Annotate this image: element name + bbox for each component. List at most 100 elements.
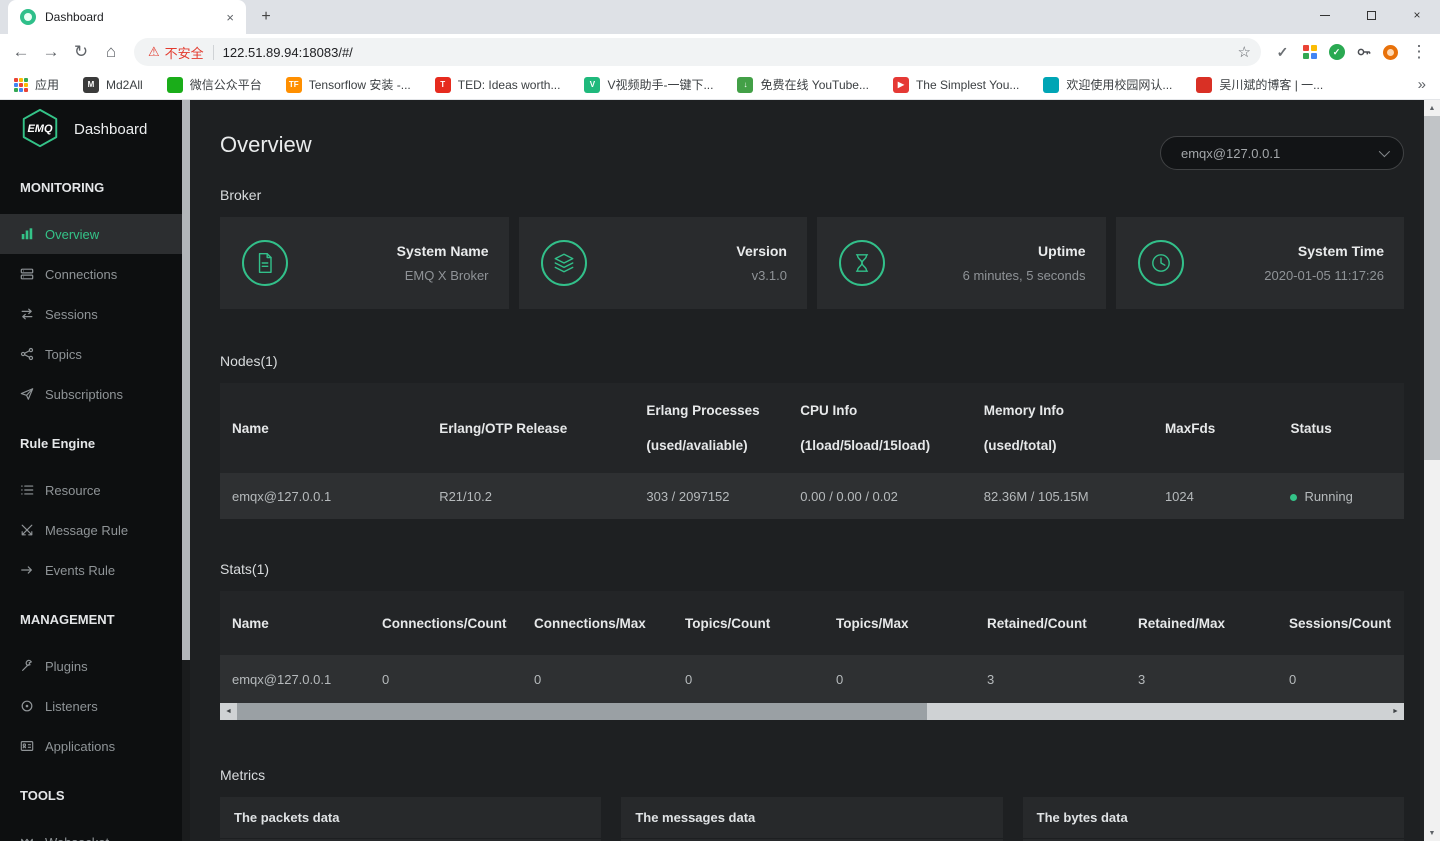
sessions-icon <box>20 307 34 321</box>
bookmark-label: The Simplest You... <box>915 77 1020 92</box>
node-status-badge: Running <box>1278 473 1404 519</box>
emqx-favicon-icon <box>20 9 36 25</box>
bookmark-item[interactable]: M Md2All <box>83 76 143 93</box>
nodes-section-title: Nodes(1) <box>220 353 278 369</box>
sidebar-item-listeners[interactable]: Listeners <box>0 686 182 726</box>
bookmark-item[interactable]: ↓ 免费在线 YouTube... <box>737 76 869 93</box>
sidebar-item-resource[interactable]: Resource <box>0 470 182 510</box>
nodes-table: Name Erlang/OTP Release Erlang Processes… <box>220 383 1404 519</box>
bookmark-apps[interactable]: 应用 <box>14 76 59 93</box>
message-rule-icon <box>20 523 34 537</box>
minimize-button[interactable] <box>1302 0 1348 30</box>
sidebar-item-websocket[interactable]: Websocket <box>0 822 182 841</box>
bookmarks-bar: 应用 M Md2All 微信公众平台 TF Tensorflow 安装 -...… <box>0 70 1440 100</box>
bookmark-item[interactable]: 吴川斌的博客 | 一... <box>1196 76 1323 93</box>
scroll-left-icon[interactable]: ◄ <box>220 703 237 720</box>
restore-button[interactable] <box>1348 0 1394 30</box>
minimize-icon <box>1320 14 1330 16</box>
screen: Dashboard × + × ← → ↻ ⌂ ⚠ 不安全 122.51.89.… <box>0 0 1440 841</box>
subscriptions-icon <box>20 387 34 401</box>
sidebar-scrollbar[interactable] <box>182 100 190 841</box>
main-content: Overview emqx@127.0.0.1 Broker System Na… <box>190 100 1424 841</box>
emqx-logo-icon: EMQ <box>18 107 62 151</box>
horizontal-scrollbar[interactable]: ◄ ► <box>220 703 1404 720</box>
sidebar-item-applications[interactable]: Applications <box>0 726 182 766</box>
chevron-down-icon <box>1378 145 1391 158</box>
sidebar-item-subscriptions[interactable]: Subscriptions <box>0 374 182 414</box>
tab-close-icon[interactable]: × <box>222 10 238 25</box>
sidebar-item-label: Overview <box>45 226 100 242</box>
forward-button[interactable]: → <box>36 37 66 67</box>
events-rule-icon <box>20 563 34 577</box>
bookmark-star-icon[interactable]: ☆ <box>1238 43 1251 61</box>
key-extension-icon[interactable] <box>1350 37 1377 67</box>
topics-icon <box>20 347 34 361</box>
bookmark-label: V视频助手-一键下... <box>607 78 714 92</box>
orange-extension-icon[interactable] <box>1377 37 1404 67</box>
url-text[interactable]: 122.51.89.94:18083/#/ <box>223 45 1238 60</box>
nodes-data-row: emqx@127.0.0.1 R21/10.2 303 / 2097152 0.… <box>220 473 1404 519</box>
bookmark-item[interactable]: 微信公众平台 <box>166 76 262 93</box>
horizontal-scrollbar-thumb[interactable] <box>237 703 927 720</box>
bookmark-item[interactable]: 欢迎使用校园网认... <box>1043 76 1172 93</box>
sidebar-item-label: Topics <box>45 346 82 362</box>
colored-grid-extension-icon[interactable] <box>1296 37 1323 67</box>
new-tab-button[interactable]: + <box>252 3 280 31</box>
reload-button[interactable]: ↻ <box>66 37 96 67</box>
back-button[interactable]: ← <box>6 37 36 67</box>
favicon-icon: V <box>584 76 601 93</box>
document-icon <box>242 240 288 286</box>
green-check-extension-icon[interactable]: ✓ <box>1323 37 1350 67</box>
check-extension-icon[interactable]: ✓ <box>1269 37 1296 67</box>
sidebar-item-events-rule[interactable]: Events Rule <box>0 550 182 590</box>
sidebar: EMQ Dashboard MONITORING Overview Connec… <box>0 100 182 841</box>
bookmarks-overflow-button[interactable]: » <box>1418 76 1426 93</box>
scroll-down-icon[interactable]: ▼ <box>1424 825 1440 841</box>
sidebar-item-topics[interactable]: Topics <box>0 334 182 374</box>
sidebar-item-message-rule[interactable]: Message Rule <box>0 510 182 550</box>
sidebar-item-label: Plugins <box>45 658 88 674</box>
close-button[interactable]: × <box>1394 0 1440 30</box>
card-value: v3.1.0 <box>751 268 787 283</box>
bookmark-item[interactable]: T TED: Ideas worth... <box>434 76 560 93</box>
bookmark-label: Tensorflow 安装 -... <box>308 78 411 92</box>
sidebar-item-overview[interactable]: Overview <box>0 214 182 254</box>
card-title: Uptime <box>1038 243 1086 259</box>
sidebar-item-sessions[interactable]: Sessions <box>0 294 182 334</box>
node-select-dropdown[interactable]: emqx@127.0.0.1 <box>1160 136 1404 170</box>
logo-row[interactable]: EMQ Dashboard <box>0 100 182 158</box>
card-title: System Time <box>1297 243 1384 259</box>
favicon-icon: TF <box>285 76 302 93</box>
home-button[interactable]: ⌂ <box>96 37 126 67</box>
plugins-icon <box>20 659 34 673</box>
scroll-right-icon[interactable]: ► <box>1387 703 1404 720</box>
sidebar-item-plugins[interactable]: Plugins <box>0 646 182 686</box>
sidebar-item-label: Websocket <box>45 835 109 841</box>
browser-menu-button[interactable]: ⋮ <box>1404 37 1434 67</box>
clock-icon <box>1137 240 1184 286</box>
bookmark-item[interactable]: ▶ The Simplest You... <box>892 76 1020 93</box>
card-value: 6 minutes, 5 seconds <box>962 268 1086 283</box>
browser-tab[interactable]: Dashboard × <box>8 0 246 34</box>
connections-icon <box>20 267 34 281</box>
sidebar-item-connections[interactable]: Connections <box>0 254 182 294</box>
restore-icon <box>1366 10 1376 20</box>
security-warning-icon[interactable]: ⚠ <box>148 44 160 60</box>
sidebar-item-label: Events Rule <box>45 562 116 578</box>
page-scrollbar-thumb[interactable] <box>1424 116 1440 460</box>
sidebar-item-label: Applications <box>45 738 116 754</box>
bookmark-item[interactable]: TF Tensorflow 安装 -... <box>285 76 411 93</box>
sidebar-scrollbar-thumb[interactable] <box>182 100 190 660</box>
bookmark-label: 应用 <box>35 78 60 92</box>
stats-table: Name Connections/Count Connections/Max T… <box>220 591 1404 703</box>
bookmark-item[interactable]: V V视频助手-一键下... <box>584 76 713 93</box>
favicon-icon <box>1196 76 1213 93</box>
bookmark-label: Md2All <box>106 77 143 92</box>
colored-grid-icon <box>1302 45 1317 59</box>
status-dot-icon <box>1290 493 1298 501</box>
layers-icon <box>540 240 587 286</box>
address-bar[interactable]: ⚠ 不安全 122.51.89.94:18083/#/ ☆ <box>134 38 1261 66</box>
scroll-up-icon[interactable]: ▲ <box>1424 100 1440 116</box>
page-scrollbar[interactable]: ▲ ▼ <box>1424 100 1440 841</box>
security-label[interactable]: 不安全 <box>165 43 204 62</box>
